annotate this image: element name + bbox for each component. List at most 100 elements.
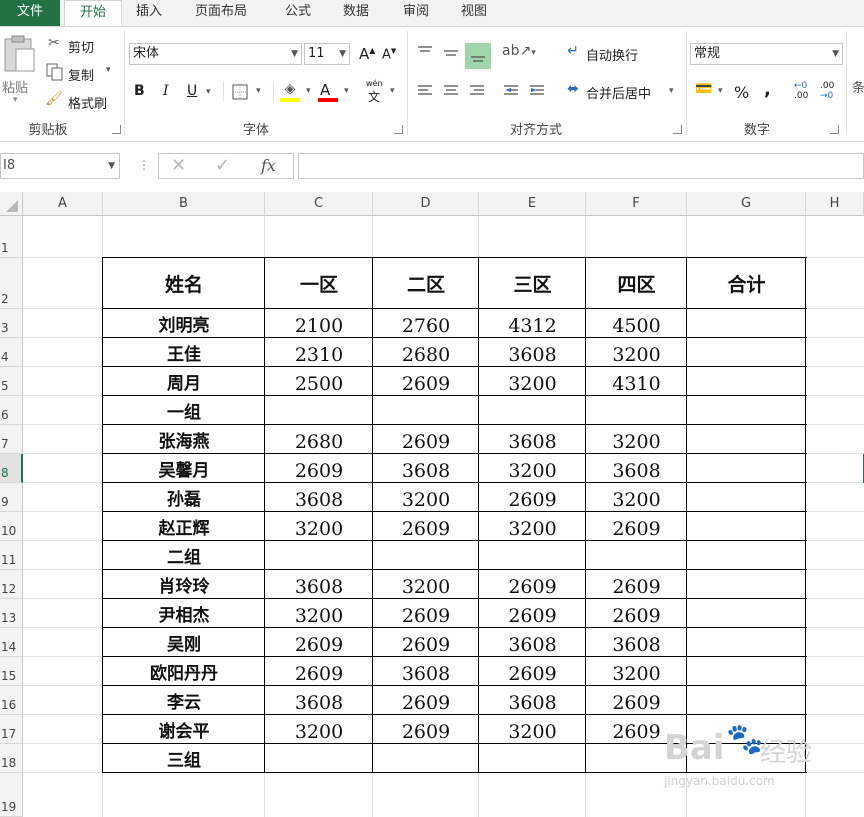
value-cell[interactable]: 2609 [479, 570, 586, 599]
header-region[interactable]: 一区 [265, 258, 373, 309]
insert-function-icon[interactable]: fx [261, 156, 276, 175]
row-header-11[interactable]: 11 [0, 541, 23, 570]
row-header-5[interactable]: 5 [0, 367, 23, 396]
value-cell[interactable]: 4310 [586, 367, 687, 396]
value-cell[interactable]: 3608 [373, 454, 479, 483]
header-region[interactable]: 三区 [479, 258, 586, 309]
value-cell[interactable]: 3200 [265, 512, 373, 541]
value-cell[interactable]: 2609 [586, 599, 687, 628]
value-cell[interactable]: 3200 [586, 338, 687, 367]
value-cell[interactable]: 2609 [265, 628, 373, 657]
value-cell[interactable]: 2680 [265, 425, 373, 454]
row-header-1[interactable]: 1 [0, 216, 23, 258]
name-cell[interactable]: 谢会平 [103, 715, 265, 744]
name-cell[interactable]: 吴刚 [103, 628, 265, 657]
font-name-select[interactable]: 宋体 ▼ [129, 43, 302, 65]
percent-button[interactable]: % [734, 83, 749, 102]
font-color-button[interactable]: A ▾ [318, 81, 354, 103]
value-cell[interactable]: 3608 [479, 338, 586, 367]
value-cell[interactable]: 3608 [586, 628, 687, 657]
name-cell[interactable]: 李云 [103, 686, 265, 715]
value-cell[interactable]: 2609 [373, 425, 479, 454]
value-cell[interactable]: 2609 [586, 512, 687, 541]
value-cell[interactable] [373, 744, 479, 773]
value-cell[interactable]: 2609 [373, 512, 479, 541]
value-cell[interactable]: 3608 [265, 483, 373, 512]
grow-font-button[interactable]: A▲ [359, 45, 375, 63]
dialog-launcher-icon[interactable] [830, 125, 839, 134]
row-header-12[interactable]: 12 [0, 570, 23, 599]
value-cell[interactable]: 3200 [586, 425, 687, 454]
tab-data[interactable]: 数据 [343, 0, 369, 26]
value-cell[interactable]: 3200 [479, 367, 586, 396]
value-cell[interactable] [687, 657, 806, 686]
row-header-3[interactable]: 3 [0, 309, 23, 338]
merge-center-button[interactable]: ⬌ 合并后居中 ▾ [563, 81, 683, 103]
value-cell[interactable]: 2100 [265, 309, 373, 338]
value-cell[interactable]: 3608 [586, 454, 687, 483]
orientation-icon[interactable]: ab↗▾ [502, 43, 536, 59]
format-painter-button[interactable]: 🖌 格式刷 [44, 91, 120, 112]
value-cell[interactable]: 2609 [373, 686, 479, 715]
value-cell[interactable]: 2609 [373, 715, 479, 744]
row-header-16[interactable]: 16 [0, 686, 23, 715]
value-cell[interactable]: 2609 [479, 599, 586, 628]
value-cell[interactable]: 2500 [265, 367, 373, 396]
row-header-7[interactable]: 7 [0, 425, 23, 454]
row-header-6[interactable]: 6 [0, 396, 23, 425]
header-region[interactable]: 二区 [373, 258, 479, 309]
paste-button[interactable]: 粘贴 ▾ [0, 35, 38, 107]
row-header-13[interactable]: 13 [0, 599, 23, 628]
tab-review[interactable]: 审阅 [403, 0, 429, 26]
value-cell[interactable] [373, 396, 479, 425]
name-cell[interactable]: 王佳 [103, 338, 265, 367]
value-cell[interactable]: 2310 [265, 338, 373, 367]
value-cell[interactable]: 3200 [586, 657, 687, 686]
fill-color-button[interactable]: ◈ ▾ [280, 81, 316, 103]
value-cell[interactable] [687, 425, 806, 454]
select-all-corner[interactable] [0, 192, 23, 216]
value-cell[interactable]: 2609 [373, 628, 479, 657]
column-header-c[interactable]: C [265, 192, 373, 216]
column-header-d[interactable]: D [373, 192, 479, 216]
value-cell[interactable]: 4312 [479, 309, 586, 338]
name-cell[interactable]: 赵正辉 [103, 512, 265, 541]
more-options-icon[interactable]: ⋮ [138, 158, 150, 172]
value-cell[interactable]: 2609 [586, 570, 687, 599]
column-header-h[interactable]: H [806, 192, 864, 216]
name-cell[interactable]: 尹相杰 [103, 599, 265, 628]
column-header-a[interactable]: A [23, 192, 103, 216]
name-cell[interactable]: 三组 [103, 744, 265, 773]
value-cell[interactable] [687, 512, 806, 541]
value-cell[interactable]: 3608 [265, 570, 373, 599]
value-cell[interactable] [687, 686, 806, 715]
value-cell[interactable]: 2609 [479, 483, 586, 512]
font-size-select[interactable]: 11 ▼ [304, 43, 350, 65]
row-header-9[interactable]: 9 [0, 483, 23, 512]
value-cell[interactable] [687, 454, 806, 483]
value-cell[interactable]: 3200 [373, 483, 479, 512]
name-cell[interactable]: 孙磊 [103, 483, 265, 512]
row-header-14[interactable]: 14 [0, 628, 23, 657]
phonetic-button[interactable]: wén 文 ▾ [366, 79, 402, 104]
row-header-17[interactable]: 17 [0, 715, 23, 744]
underline-button[interactable]: U [187, 83, 197, 99]
column-header-f[interactable]: F [586, 192, 687, 216]
value-cell[interactable] [687, 628, 806, 657]
name-cell[interactable]: 刘明亮 [103, 309, 265, 338]
value-cell[interactable] [265, 396, 373, 425]
value-cell[interactable]: 3608 [373, 657, 479, 686]
value-cell[interactable] [687, 599, 806, 628]
dialog-launcher-icon[interactable] [394, 125, 403, 134]
formula-input[interactable] [298, 153, 864, 179]
value-cell[interactable] [479, 541, 586, 570]
tab-formulas[interactable]: 公式 [285, 0, 311, 26]
value-cell[interactable]: 3200 [373, 570, 479, 599]
number-format-select[interactable]: 常规 ▼ [690, 43, 843, 65]
value-cell[interactable]: 2609 [586, 686, 687, 715]
value-cell[interactable]: 3608 [479, 425, 586, 454]
value-cell[interactable] [687, 570, 806, 599]
value-cell[interactable]: 3608 [265, 686, 373, 715]
value-cell[interactable]: 2609 [373, 599, 479, 628]
tab-view[interactable]: 视图 [461, 0, 487, 26]
